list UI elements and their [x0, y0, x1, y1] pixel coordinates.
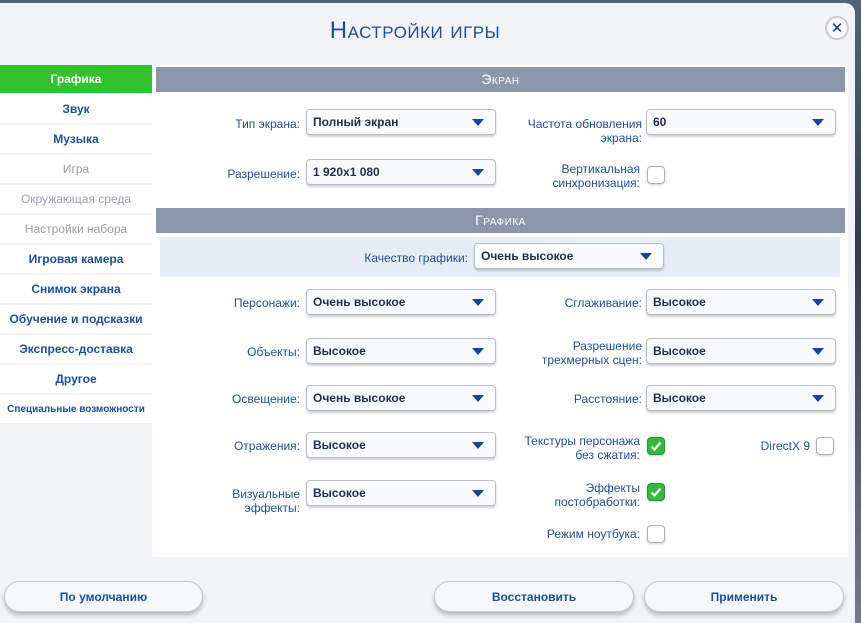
distance-label: Расстояние:	[573, 392, 642, 406]
sidebar-item-screenshot[interactable]: Снимок экрана	[0, 275, 152, 303]
lighting-dropdown[interactable]: Очень высокое	[306, 385, 496, 411]
checkmark-icon	[650, 487, 662, 498]
visual-effects-value: Высокое	[313, 486, 366, 500]
refresh-rate-dropdown[interactable]: 60	[646, 109, 836, 135]
sidebar-item-accessibility[interactable]: Специальные возможности	[0, 395, 152, 423]
resolution-3d-dropdown[interactable]: Высокое	[646, 338, 836, 364]
screen-type-label: Тип экрана:	[235, 117, 300, 131]
restore-button[interactable]: Восстановить	[434, 581, 634, 612]
chevron-down-icon	[812, 348, 824, 355]
chevron-down-icon	[812, 119, 824, 126]
objects-label: Объекты:	[247, 345, 300, 359]
characters-dropdown[interactable]: Очень высокое	[306, 289, 496, 315]
sidebar-item-environment[interactable]: Окружающая среда	[0, 185, 152, 213]
chevron-down-icon	[812, 395, 824, 402]
sidebar-item-pack-settings[interactable]: Настройки набора	[0, 215, 152, 243]
screen-type-value: Полный экран	[313, 115, 399, 129]
refresh-rate-label: Частота обновления экрана:	[527, 117, 642, 145]
chevron-down-icon	[472, 169, 484, 176]
objects-value: Высокое	[313, 344, 366, 358]
sidebar-item-graphics[interactable]: Графика	[0, 65, 152, 93]
sidebar-item-tutorial[interactable]: Обучение и подсказки	[0, 305, 152, 333]
chevron-down-icon	[472, 299, 484, 306]
chevron-down-icon	[472, 348, 484, 355]
reflections-value: Высокое	[313, 438, 366, 452]
chevron-down-icon	[640, 253, 652, 260]
chevron-down-icon	[472, 119, 484, 126]
sidebar-item-other[interactable]: Другое	[0, 365, 152, 393]
checkmark-icon	[650, 441, 662, 452]
reflections-label: Отражения:	[233, 439, 300, 453]
post-processing-checkbox[interactable]	[647, 483, 665, 501]
sidebar-item-express-delivery[interactable]: Экспресс-доставка	[0, 335, 152, 363]
uncompressed-textures-label: Текстуры персонажа без сжатия:	[524, 434, 641, 462]
section-header-graphics: Графика	[156, 208, 845, 233]
reflections-dropdown[interactable]: Высокое	[306, 432, 496, 458]
resolution-value: 1 920x1 080	[313, 165, 380, 179]
sidebar-item-game[interactable]: Игра	[0, 155, 152, 183]
laptop-mode-checkbox[interactable]	[647, 525, 665, 543]
visual-effects-label: Визуальные эффекты:	[232, 487, 300, 515]
dialog-title: Настройки игры	[329, 17, 501, 44]
lighting-value: Очень высокое	[313, 391, 406, 405]
characters-label: Персонажи:	[233, 296, 300, 310]
graphics-quality-dropdown[interactable]: Очень высокое	[474, 243, 664, 269]
antialiasing-value: Высокое	[653, 295, 706, 309]
settings-panel: Экран Тип экрана: Полный экран Частота о…	[152, 65, 848, 557]
chevron-down-icon	[812, 299, 824, 306]
settings-sidebar: Графика Звук Музыка Игра Окружающая сред…	[0, 65, 152, 425]
lighting-label: Освещение:	[232, 392, 300, 406]
sidebar-item-camera[interactable]: Игровая камера	[0, 245, 152, 273]
uncompressed-textures-checkbox[interactable]	[647, 437, 665, 455]
visual-effects-dropdown[interactable]: Высокое	[306, 480, 496, 506]
directx9-label: DirectX 9	[760, 439, 810, 453]
directx9-checkbox[interactable]	[816, 437, 834, 455]
screen-type-dropdown[interactable]: Полный экран	[306, 109, 496, 135]
settings-dialog: Настройки игры ✕ Графика Звук Музыка Игр…	[0, 3, 855, 623]
resolution-label: Разрешение:	[227, 167, 300, 181]
refresh-rate-value: 60	[653, 115, 667, 129]
chevron-down-icon	[472, 490, 484, 497]
distance-dropdown[interactable]: Высокое	[646, 385, 836, 411]
post-processing-label: Эффекты постобработки:	[554, 481, 641, 509]
resolution-3d-value: Высокое	[653, 344, 706, 358]
characters-value: Очень высокое	[313, 295, 406, 309]
chevron-down-icon	[472, 442, 484, 449]
close-button[interactable]: ✕	[825, 16, 849, 40]
apply-button[interactable]: Применить	[644, 581, 844, 612]
distance-value: Высокое	[653, 391, 706, 405]
sidebar-item-sound[interactable]: Звук	[0, 95, 152, 123]
default-button[interactable]: По умолчанию	[4, 581, 203, 612]
resolution-dropdown[interactable]: 1 920x1 080	[306, 159, 496, 185]
vsync-checkbox[interactable]	[647, 166, 665, 184]
graphics-quality-label: Качество графики:	[364, 251, 468, 265]
laptop-mode-label: Режим ноутбука:	[546, 527, 640, 541]
close-icon: ✕	[830, 19, 844, 37]
antialiasing-label: Сглаживание:	[564, 296, 642, 310]
sidebar-item-music[interactable]: Музыка	[0, 125, 152, 153]
vsync-label: Вертикальная синхронизация:	[552, 162, 640, 190]
resolution-3d-label: Разрешение трехмерных сцен:	[541, 339, 642, 367]
objects-dropdown[interactable]: Высокое	[306, 338, 496, 364]
antialiasing-dropdown[interactable]: Высокое	[646, 289, 836, 315]
section-header-screen: Экран	[156, 67, 845, 92]
chevron-down-icon	[472, 395, 484, 402]
graphics-quality-value: Очень высокое	[481, 249, 574, 263]
